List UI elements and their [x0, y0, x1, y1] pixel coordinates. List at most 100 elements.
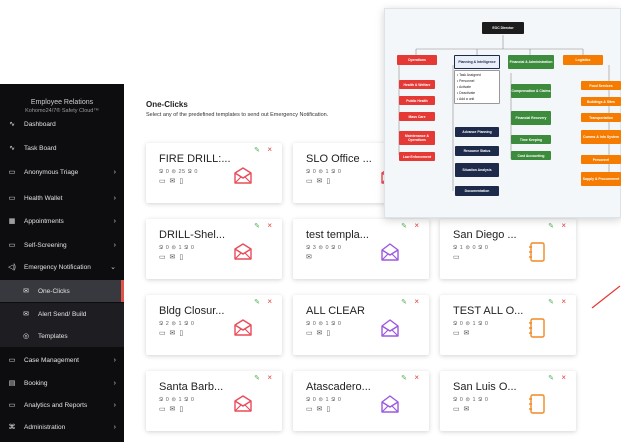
sidebar-item-health-wallet[interactable]: ▭ Health Wallet › — [0, 187, 124, 209]
app-root: { "sidebar": { "org_title": "Employee Re… — [0, 0, 621, 442]
sidebar-item-case-management[interactable]: ▭ Case Management › — [0, 349, 124, 371]
sidebar-item-anonymous-triage[interactable]: ▭ Anonymous Triage › — [0, 161, 124, 183]
delete-icon[interactable]: × — [561, 297, 566, 306]
one-click-card[interactable]: test templa... Ջ 3 ⊜ 0 Ջ 0 ✉ ✎ × — [293, 219, 429, 279]
planning-action-item: • Add a unit — [457, 96, 497, 102]
one-click-card[interactable]: Atascadero... Ջ 0 ⊜ 1 Ջ 0 ▭ ✉ ▯ ✎ × — [293, 371, 429, 431]
card-title: Atascadero... — [306, 381, 371, 393]
edit-icon[interactable]: ✎ — [254, 146, 260, 154]
card-title: FIRE DRILL:... — [159, 153, 231, 165]
case-management-icon: ▭ — [8, 357, 16, 364]
sidebar-item-label: Analytics and Reports — [24, 401, 88, 409]
one-click-card[interactable]: San Diego ... Ջ 1 ⊜ 0 Ջ 0 ▭ ✎ × — [440, 219, 576, 279]
org-logistics-item: Comms & Info System — [581, 130, 621, 144]
org-operations-item: Public Health — [399, 96, 435, 105]
card-recipient-counts: Ջ 0 ⊜ 1 Ջ 0 — [453, 321, 489, 327]
sidebar-item-label: Dashboard — [24, 120, 56, 128]
one-click-card[interactable]: Bldg Closur... Ջ 2 ⊜ 1 Ջ 0 ▭ ✉ ▯ ✎ × — [146, 295, 282, 355]
sidebar-item-task-board[interactable]: ∿ Task Board — [0, 137, 124, 159]
edit-icon[interactable]: ✎ — [548, 374, 554, 382]
sidebar-item-label: Anonymous Triage — [24, 168, 79, 176]
delete-icon[interactable]: × — [267, 297, 272, 306]
edit-icon[interactable]: ✎ — [254, 222, 260, 230]
templates-icon: ◎ — [22, 333, 30, 340]
card-title: DRILL-Shel... — [159, 229, 226, 241]
sidebar-item-booking[interactable]: ▤ Booking › — [0, 372, 124, 394]
org-logistics-item: Personnel — [581, 155, 621, 164]
card-title: Santa Barb... — [159, 381, 224, 393]
org-finance-item: Financial Recovery — [511, 111, 551, 125]
edit-icon[interactable]: ✎ — [254, 374, 260, 382]
sidebar-item-analytics-and-reports[interactable]: ▭ Analytics and Reports › — [0, 394, 124, 416]
page-description: Select any of the predefined templates t… — [146, 112, 329, 118]
sidebar-item-alert-send-build[interactable]: ✉ Alert Send/ Build — [0, 303, 124, 325]
notebook-icon — [529, 394, 545, 414]
card-channels: ▭ ✉ ▯ — [306, 406, 332, 413]
planning-action-list: • Task Assigned • Personnel • Activate • De… — [457, 72, 497, 102]
card-channels: ▭ ✉ ▯ — [159, 330, 185, 337]
org-title: Employee Relations — [30, 99, 94, 106]
card-channels: ▭ ✉ — [453, 406, 471, 413]
org-logistics-item: Food Services — [581, 81, 621, 90]
sidebar-item-self-screening[interactable]: ▭ Self-Screening › — [0, 234, 124, 256]
delete-icon[interactable]: × — [561, 373, 566, 382]
edit-icon[interactable]: ✎ — [548, 298, 554, 306]
sidebar-item-label: Case Management — [24, 356, 79, 364]
org-planning: Planning & Intelligence — [454, 55, 500, 69]
health-wallet-icon: ▭ — [8, 195, 16, 202]
chevron-right-icon: › — [113, 217, 116, 225]
one-click-card[interactable]: Santa Barb... Ջ 0 ⊜ 1 Ջ 0 ▭ ✉ ▯ ✎ × — [146, 371, 282, 431]
task-board-icon: ∿ — [9, 145, 15, 152]
edit-icon[interactable]: ✎ — [401, 374, 407, 382]
org-planning-item: Situation Analysis — [455, 163, 499, 177]
org-root: EOC Director — [482, 22, 524, 34]
one-click-card[interactable]: ALL CLEAR Ջ 0 ⊜ 1 Ջ 0 ▭ ✉ ▯ ✎ × — [293, 295, 429, 355]
org-planning-item: Advance Planning — [455, 127, 499, 137]
card-recipient-counts: Ջ 0 ⊜ 1 Ջ 0 — [159, 245, 195, 251]
edit-icon[interactable]: ✎ — [401, 222, 407, 230]
org-logistics-item: Supply & Procurement — [581, 172, 621, 186]
administration-icon: ⌘ — [8, 424, 16, 431]
card-title: SLO Office ... — [306, 153, 372, 165]
edit-icon[interactable]: ✎ — [548, 222, 554, 230]
card-channels: ▭ — [453, 254, 461, 261]
card-channels: ▭ ✉ ▯ — [159, 254, 185, 261]
one-click-card[interactable]: DRILL-Shel... Ջ 0 ⊜ 1 Ջ 0 ▭ ✉ ▯ ✎ × — [146, 219, 282, 279]
sidebar-item-label: Health Wallet — [24, 194, 63, 202]
org-logistics-item: Transportation — [581, 113, 621, 122]
sidebar-item-dashboard[interactable]: ∿ Dashboard — [0, 113, 124, 135]
dashboard-icon: ∿ — [9, 121, 15, 128]
sidebar-item-templates[interactable]: ◎ Templates — [0, 325, 124, 347]
delete-icon[interactable]: × — [267, 145, 272, 154]
sidebar-item-administration[interactable]: ⌘ Administration › — [0, 416, 124, 438]
card-channels: ▭ ✉ ▯ — [306, 178, 332, 185]
one-clicks-icon: ✉ — [23, 288, 29, 295]
org-operations: Operations — [397, 55, 437, 65]
delete-icon[interactable]: × — [414, 221, 419, 230]
delete-icon[interactable]: × — [561, 221, 566, 230]
card-recipient-counts: Ջ 1 ⊜ 0 Ջ 0 — [453, 245, 489, 251]
card-recipient-counts: Ջ 0 ⊜ 1 Ջ 0 — [306, 321, 342, 327]
card-channels: ▭ ✉ ▯ — [159, 406, 185, 413]
alert-send-build-icon: ✉ — [23, 311, 29, 318]
delete-icon[interactable]: × — [267, 373, 272, 382]
edit-icon[interactable]: ✎ — [401, 298, 407, 306]
card-recipient-counts: Ջ 0 ⊜ 1 Ջ 0 — [159, 397, 195, 403]
one-click-card[interactable]: San Luis O... Ջ 0 ⊜ 1 Ջ 0 ▭ ✉ ✎ × — [440, 371, 576, 431]
card-recipient-counts: Ջ 3 ⊜ 0 Ջ 0 — [306, 245, 342, 251]
sidebar-item-emergency-notification[interactable]: ◁) Emergency Notification ⌄ — [0, 256, 124, 278]
chevron-right-icon: › — [113, 379, 116, 387]
org-operations-item: Health & Welfare — [399, 80, 435, 89]
delete-icon[interactable]: × — [267, 221, 272, 230]
org-finance-item: Cost Accounting — [511, 151, 551, 160]
org-operations-item: Law Enforcement — [399, 152, 435, 161]
delete-icon[interactable]: × — [414, 373, 419, 382]
sidebar-item-appointments[interactable]: ▦ Appointments › — [0, 210, 124, 232]
one-click-card[interactable]: FIRE DRILL:... Ջ 0 ⊜ 25 Ջ 0 ▭ ✉ ▯ ✎ × — [146, 143, 282, 203]
sidebar-item-one-clicks[interactable]: ✉ One-Clicks — [0, 280, 124, 302]
edit-icon[interactable]: ✎ — [254, 298, 260, 306]
org-logistics: Logistics — [563, 55, 603, 65]
delete-icon[interactable]: × — [414, 297, 419, 306]
mail-icon — [234, 167, 252, 184]
one-click-card[interactable]: TEST ALL O... Ջ 0 ⊜ 1 Ջ 0 ▭ ✉ ✎ × — [440, 295, 576, 355]
